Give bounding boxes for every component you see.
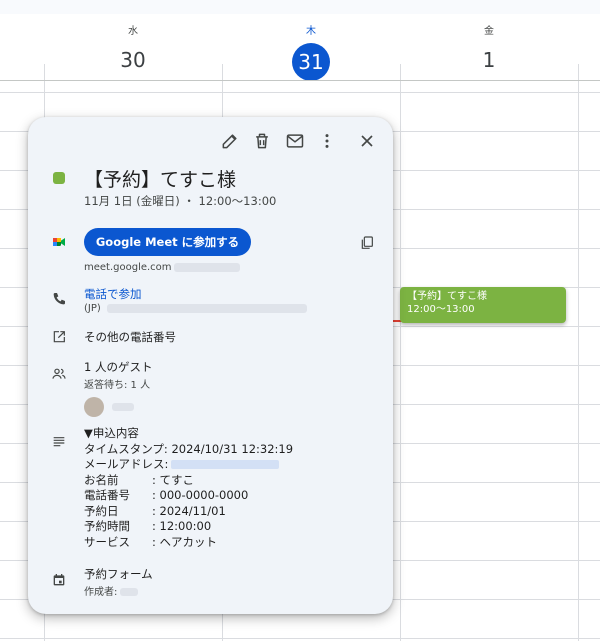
day-number[interactable]: 1	[400, 43, 578, 77]
description-timestamp: タイムスタンプ: 2024/10/31 12:32:19	[84, 441, 294, 456]
guest-count[interactable]: 1 人のゲスト	[84, 359, 152, 375]
event-chip-time: 12:00～13:00	[407, 304, 475, 315]
event-chip[interactable]: 【予約】てすこ様 12:00～13:00	[400, 287, 566, 323]
google-meet-icon	[51, 234, 67, 250]
join-by-phone-link[interactable]: 電話で参加	[84, 286, 142, 302]
grid-column-line	[578, 64, 579, 641]
notes-icon	[51, 433, 67, 449]
guest-pending: 返答待ち: 1 人	[84, 380, 151, 391]
event-description: ▼申込内容 タイムスタンプ: 2024/10/31 12:32:19 メールアド…	[84, 426, 293, 550]
day-of-week: 木	[306, 26, 316, 37]
description-row: 予約日: 2024/11/01	[84, 503, 226, 518]
grid-column-line	[400, 64, 401, 641]
mail-icon[interactable]	[285, 131, 305, 151]
calendar-icon	[51, 572, 67, 588]
meet-link[interactable]: meet.google.com	[84, 262, 240, 273]
day-header-thu[interactable]: 木 31	[222, 14, 400, 82]
description-email-row: メールアドレス:	[84, 457, 293, 473]
more-vert-icon[interactable]	[317, 131, 337, 151]
phone-icon	[51, 291, 67, 307]
day-of-week: 金	[484, 26, 494, 37]
phone-region: (JP)	[84, 303, 101, 314]
calendar-creator: 作成者:	[84, 583, 139, 598]
description-row: サービス: ヘアカット	[84, 534, 218, 549]
pencil-icon[interactable]	[220, 131, 240, 151]
description-header: ▼申込内容	[84, 426, 139, 440]
close-icon[interactable]	[357, 131, 377, 151]
open-in-new-icon	[51, 329, 67, 345]
copy-icon[interactable]	[359, 235, 375, 251]
event-title: 【予約】てすこ様	[84, 169, 237, 191]
other-phone-numbers-link[interactable]: その他の電話番号	[84, 329, 176, 345]
trash-icon[interactable]	[252, 131, 272, 151]
redacted-meet-code	[173, 262, 240, 272]
calendar-name: 予約フォーム	[84, 567, 153, 581]
day-number[interactable]: 30	[44, 43, 222, 77]
header-divider	[0, 80, 600, 81]
event-chip-title: 【予約】てすこ様	[407, 291, 487, 302]
description-row: 予約時間: 12:00:00	[84, 519, 212, 533]
event-datetime: 11月 1日 (金曜日) ・ 12:00～13:00	[84, 194, 277, 208]
event-color-swatch	[53, 172, 65, 184]
grid-row-line	[0, 638, 600, 639]
day-of-week: 水	[128, 26, 138, 37]
day-header-wed[interactable]: 水 30	[44, 14, 222, 82]
guest-avatar[interactable]	[84, 397, 104, 417]
redacted-guest-name	[112, 403, 134, 411]
redacted-phone	[106, 303, 307, 313]
meet-link-prefix: meet.google.com	[84, 262, 172, 273]
description-row: 電話番号: 000-0000-0000	[84, 488, 249, 502]
top-strip	[0, 0, 600, 14]
description-email-label: メールアドレス:	[84, 457, 169, 471]
description-row: お名前: てすこ	[84, 472, 195, 487]
redacted-email	[171, 460, 280, 469]
day-header-fri[interactable]: 金 1	[400, 14, 578, 82]
join-google-meet-button[interactable]: Google Meet に参加する	[84, 228, 251, 256]
phone-number: (JP)	[84, 303, 307, 314]
grid-row-line	[0, 92, 600, 93]
event-details-popup: 【予約】てすこ様 11月 1日 (金曜日) ・ 12:00～13:00 Goog…	[28, 117, 393, 614]
redacted-creator	[120, 588, 139, 596]
creator-label: 作成者:	[84, 587, 118, 598]
day-number-today[interactable]: 31	[292, 43, 330, 81]
people-icon	[51, 366, 67, 382]
